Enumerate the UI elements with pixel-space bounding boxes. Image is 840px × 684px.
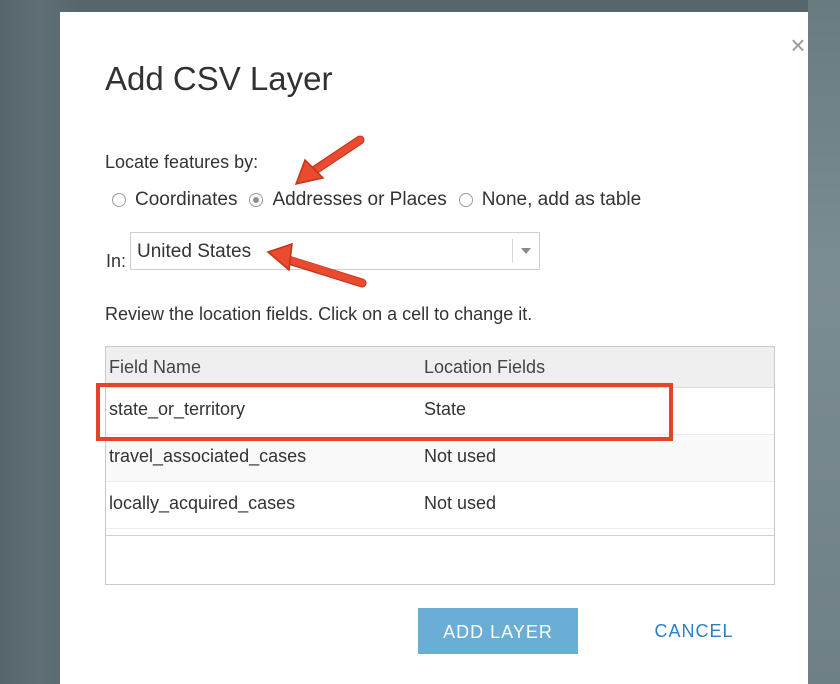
review-instructions: Review the location fields. Click on a c… <box>105 304 533 324</box>
cell-field-name[interactable]: travel_associated_cases <box>109 446 306 467</box>
radio-label-addresses: Addresses or Places <box>272 189 447 210</box>
column-header-field-name: Field Name <box>109 357 202 377</box>
location-fields-table: Field Name Location Fields state_or_terr… <box>105 346 775 585</box>
add-csv-layer-dialog: × Add CSV Layer Locate features by: Coor… <box>60 12 808 684</box>
table-row[interactable]: state_or_territory State <box>106 388 774 435</box>
country-select-value: United States <box>137 241 252 262</box>
country-select[interactable]: United States <box>130 232 540 270</box>
country-label: In: <box>106 251 127 271</box>
radio-none-add-as-table[interactable]: None, add as table <box>458 189 642 211</box>
radio-button[interactable] <box>458 193 473 207</box>
radio-label-none: None, add as table <box>481 189 642 210</box>
radio-button-selected[interactable] <box>249 193 264 207</box>
close-icon[interactable]: × <box>787 32 809 58</box>
cell-location-field[interactable]: State <box>424 399 466 420</box>
cell-field-name[interactable]: locally_acquired_cases <box>109 493 295 514</box>
add-layer-button[interactable]: ADD LAYER <box>418 608 578 654</box>
select-divider <box>512 239 513 263</box>
chevron-down-icon[interactable] <box>521 248 531 254</box>
table-row[interactable]: locally_acquired_cases Not used <box>106 482 774 529</box>
cell-field-name[interactable]: state_or_territory <box>109 399 245 420</box>
radio-button[interactable] <box>112 193 126 207</box>
dialog-title: Add CSV Layer <box>105 60 333 97</box>
map-background-right <box>808 0 840 684</box>
table-bottom-divider <box>106 535 774 536</box>
radio-addresses-or-places[interactable]: Addresses or Places <box>249 189 447 211</box>
table-row[interactable]: travel_associated_cases Not used <box>106 435 774 482</box>
cell-location-field[interactable]: Not used <box>424 493 496 514</box>
column-header-location-fields: Location Fields <box>424 357 546 377</box>
table-header: Field Name Location Fields <box>106 347 774 388</box>
locate-options: Coordinates Addresses or Places None, ad… <box>112 188 653 212</box>
locate-features-label: Locate features by: <box>105 152 259 172</box>
cell-location-field[interactable]: Not used <box>424 446 496 467</box>
cancel-button[interactable]: CANCEL <box>638 608 750 654</box>
radio-label-coordinates: Coordinates <box>135 189 238 210</box>
radio-coordinates[interactable]: Coordinates <box>112 189 237 211</box>
